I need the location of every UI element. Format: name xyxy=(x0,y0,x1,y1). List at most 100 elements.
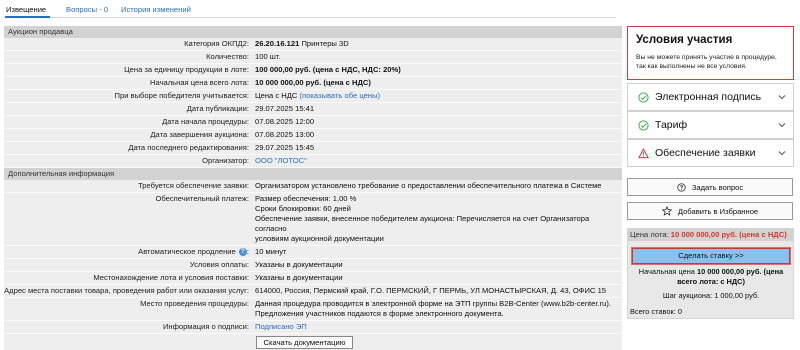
organizer-label: Организатор: xyxy=(202,156,249,165)
security-required-label: Требуется обеспечение заявки: xyxy=(138,181,249,190)
make-bid-button[interactable]: Сделать ставку >> xyxy=(632,248,790,264)
chevron-down-icon xyxy=(778,151,786,156)
condition-e-signature[interactable]: Электронная подпись xyxy=(627,83,794,111)
download-docs-button[interactable]: Скачать документацию xyxy=(256,336,353,349)
payment-terms-label: Условия оплаты: xyxy=(189,260,249,269)
initial-price-label: Начальная цена xyxy=(638,267,695,276)
tab-notice[interactable]: Извещение xyxy=(6,5,46,14)
auto-extension-label: Автоматическое продление xyxy=(138,247,236,256)
section-auction-header: Аукцион продавца xyxy=(4,26,622,38)
security-required-value: Организатором установлено требование о п… xyxy=(255,181,602,190)
question-circle-icon xyxy=(677,182,686,192)
winner-label: При выборе победителя учитывается: xyxy=(114,91,249,100)
bid-panel: Цена лота: 10 000 000,00 руб. (цена с НД… xyxy=(627,228,794,319)
row-location: Местонахождение лота и условия поставки:… xyxy=(4,272,622,285)
edit-date-label: Дата последнего редактирования: xyxy=(128,143,249,152)
row-security-payment: Обеспечительный платеж: Размер обеспечен… xyxy=(4,193,622,246)
payment-winner-note-cont: условиям аукционной документации xyxy=(255,234,384,243)
total-bids-label: Всего ставок: xyxy=(630,307,676,316)
row-delivery-address: Адрес места поставки товара, проведения … xyxy=(4,285,622,298)
signature-link[interactable]: Подписано ЭП xyxy=(255,322,307,331)
row-end-date: Дата завершения аукциона: 07.08.2025 13:… xyxy=(4,129,622,142)
start-price-value: 10 000 000,00 руб. (цена с НДС) xyxy=(255,78,371,87)
venue-line-2: Предложения участников подаются в форме … xyxy=(255,309,504,318)
add-favorite-button[interactable]: Добавить в Избранное xyxy=(627,202,793,220)
help-icon[interactable]: ? xyxy=(238,248,247,256)
row-venue: Место проведения процедуры: Данная проце… xyxy=(4,298,622,321)
unit-price-value: 100 000,00 руб. (цена с НДС, НДС: 20%) xyxy=(255,65,401,74)
row-signature: Информация о подписи: Подписано ЭП xyxy=(4,321,622,334)
end-date-value: 07.08.2025 13:00 xyxy=(255,130,315,139)
initial-price: Начальная цена 10 000 000,00 руб. (цена … xyxy=(632,267,790,287)
condition-label: Электронная подпись xyxy=(655,91,762,103)
row-publication-date: Дата публикации: 29.07.2025 15:41 xyxy=(4,103,622,116)
section-extra-header: Дополнительная информация xyxy=(4,168,622,180)
chevron-down-icon xyxy=(778,123,786,128)
auction-step: Шаг аукциона: 1 000,00 руб. xyxy=(632,291,790,300)
condition-label: Тариф xyxy=(655,119,688,131)
row-start-price: Начальная цена всего лота: 10 000 000,00… xyxy=(4,77,622,90)
tab-history[interactable]: История изменений xyxy=(121,5,191,14)
lot-details: Аукцион продавца Категория ОКПД2: 26.20.… xyxy=(4,26,622,350)
location-value: Указаны в документации xyxy=(255,273,343,282)
delivery-address-value: 614000, Россия, Пермский край, Г.О. ПЕРМ… xyxy=(255,286,607,295)
lot-price-label: Цена лота: xyxy=(630,230,669,239)
okpd-label: Категория ОКПД2: xyxy=(184,39,249,48)
start-price-label: Начальная цена всего лота: xyxy=(150,78,249,87)
download-row: Скачать документацию xyxy=(4,334,622,350)
signature-label: Информация о подписи: xyxy=(162,322,249,331)
end-date-label: Дата завершения аукциона: xyxy=(150,130,249,139)
lot-price: Цена лота: 10 000 000,00 руб. (цена с НД… xyxy=(628,229,793,241)
start-date-label: Дата начала процедуры: xyxy=(162,117,249,126)
tab-bar: Извещение Вопросы - 0 История изменений xyxy=(4,2,616,18)
row-organizer: Организатор: ООО "ЛОТОС" xyxy=(4,155,622,168)
auction-step-value: 1 000,00 руб. xyxy=(714,291,760,300)
row-okpd: Категория ОКПД2: 26.20.16.121 Принтеры 3… xyxy=(4,38,622,51)
row-edit-date: Дата последнего редактирования: 29.07.20… xyxy=(4,142,622,155)
check-circle-icon xyxy=(638,91,649,103)
payment-amount: Размер обеспечения: 1,00 % xyxy=(255,194,357,203)
location-label: Местонахождение лота и условия поставки: xyxy=(93,273,249,282)
delivery-address-label: Адрес места поставки товара, проведения … xyxy=(4,286,249,295)
lot-price-value: 10 000 000,00 руб. (цена с НДС) xyxy=(670,230,787,239)
row-quantity: Количество: 100 шт. xyxy=(4,51,622,64)
check-circle-icon xyxy=(638,119,649,131)
total-bids-value: 0 xyxy=(677,307,682,316)
venue-line-1: Данная процедура проводится в электронно… xyxy=(255,299,612,308)
add-favorite-label: Добавить в Избранное xyxy=(677,206,759,216)
publication-date-label: Дата публикации: xyxy=(186,104,249,113)
row-payment-terms: Условия оплаты: Указаны в документации xyxy=(4,259,622,272)
total-bids: Всего ставок: 0 xyxy=(630,307,682,316)
winner-value: Цена с НДС xyxy=(255,91,298,100)
star-icon xyxy=(661,206,672,216)
condition-label: Обеспечение заявки xyxy=(655,147,756,159)
row-winner-criterion: При выборе победителя учитывается: Цена … xyxy=(4,90,622,103)
ask-question-button[interactable]: Задать вопрос xyxy=(627,178,793,196)
row-unit-price: Цена за единицу продукции в лоте: 100 00… xyxy=(4,64,622,77)
okpd-code: 26.20.16.121 xyxy=(255,39,300,48)
row-security-required: Требуется обеспечение заявки: Организато… xyxy=(4,180,622,193)
venue-label: Место проведения процедуры: xyxy=(140,299,249,308)
payment-block-period: Сроки блокировки: 60 дней xyxy=(255,204,351,213)
payment-terms-value: Указаны в документации xyxy=(255,260,343,269)
conditions-text: Вы не можете принять участие в процедуре… xyxy=(636,54,777,70)
publication-date-value: 29.07.2025 15:41 xyxy=(255,104,315,113)
organizer-link[interactable]: ООО "ЛОТОС" xyxy=(255,156,307,165)
quantity-label: Количество: xyxy=(206,52,249,61)
payment-winner-note: Обеспечение заявки, внесенное победителе… xyxy=(255,214,590,233)
unit-price-label: Цена за единицу продукции в лоте: xyxy=(124,65,249,74)
quantity-value: 100 шт. xyxy=(255,52,281,61)
okpd-name: Принтеры 3D xyxy=(301,39,349,48)
conditions-title: Условия участия xyxy=(636,34,733,46)
security-payment-label: Обеспечительный платеж: xyxy=(155,194,249,203)
auction-step-label: Шаг аукциона: xyxy=(662,291,713,300)
condition-bid-security[interactable]: Обеспечение заявки xyxy=(627,139,794,167)
tab-questions[interactable]: Вопросы - 0 xyxy=(66,5,108,14)
participation-conditions-panel: Условия участия Вы не можете принять уча… xyxy=(627,26,794,80)
row-auto-extension: Автоматическое продление ?: 10 минут xyxy=(4,246,622,259)
show-both-prices-link[interactable]: (показывать обе цены) xyxy=(300,91,380,100)
chevron-down-icon xyxy=(778,95,786,100)
row-start-date: Дата начала процедуры: 07.08.2025 12:00 xyxy=(4,116,622,129)
condition-tariff[interactable]: Тариф xyxy=(627,111,794,139)
auto-extension-value: 10 минут xyxy=(255,247,287,256)
